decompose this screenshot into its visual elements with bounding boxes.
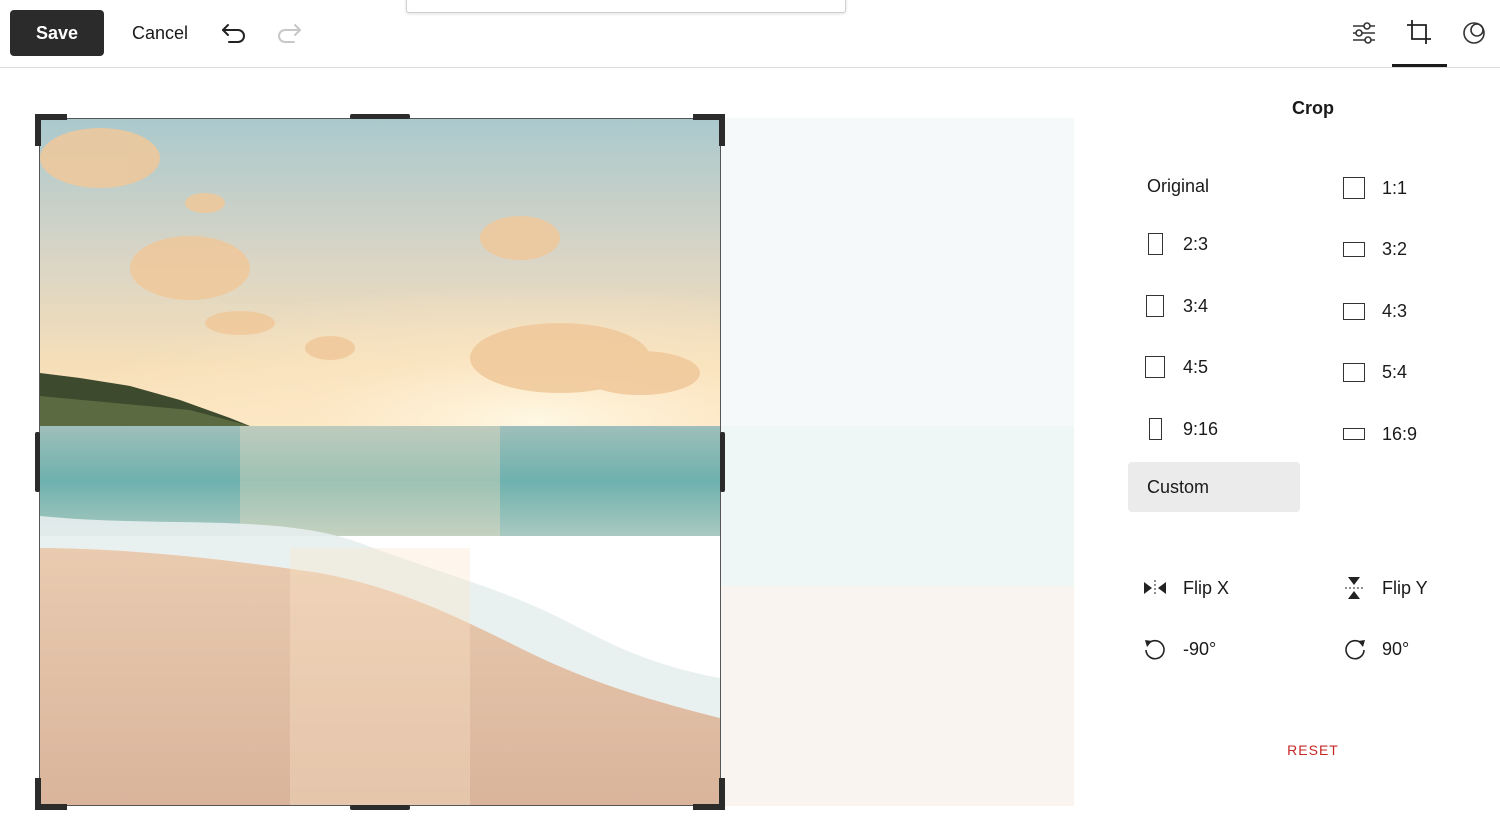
crop-handle-top-right-v[interactable] — [719, 114, 725, 146]
ratio-label: 2:3 — [1183, 233, 1209, 254]
ratio-1-1[interactable]: 1:1 — [1330, 163, 1460, 213]
ratio-label: 3:4 — [1183, 295, 1209, 316]
portrait-ratio-icon — [1149, 418, 1162, 440]
reset-button[interactable]: RESET — [1260, 742, 1366, 758]
ratio-label: 4:5 — [1183, 356, 1209, 377]
rotate-right-label: 90° — [1382, 638, 1410, 659]
ratio-label: 16:9 — [1382, 423, 1418, 444]
crop-frame[interactable] — [39, 118, 721, 806]
ratio-label: 4:3 — [1382, 300, 1408, 321]
ratio-original[interactable]: Original — [1128, 161, 1300, 211]
crop-icon[interactable] — [1401, 14, 1437, 50]
flip-x-icon — [1143, 579, 1167, 602]
rotate-left-icon — [1143, 637, 1167, 666]
portrait-ratio-icon — [1148, 233, 1163, 255]
save-button[interactable]: Save — [10, 10, 104, 56]
ratio-label: Original — [1147, 175, 1210, 196]
filters-icon[interactable] — [1456, 15, 1492, 51]
ratio-custom[interactable]: Custom — [1128, 462, 1300, 512]
adjust-sliders-icon[interactable] — [1346, 15, 1382, 51]
square-ratio-icon — [1343, 177, 1365, 199]
landscape-ratio-icon — [1343, 302, 1365, 320]
ratio-label: Custom — [1147, 476, 1210, 497]
crop-handle-bottom-right-v[interactable] — [719, 778, 725, 810]
ratio-16-9[interactable]: 16:9 — [1330, 409, 1460, 459]
ratio-3-4[interactable]: 3:4 — [1128, 281, 1300, 331]
crop-handle-top[interactable] — [350, 114, 410, 119]
flip-y-button[interactable]: Flip Y — [1330, 563, 1460, 613]
crop-outside-overlay — [720, 118, 1074, 806]
ratio-label: 9:16 — [1183, 418, 1219, 439]
ratio-4-5[interactable]: 4:5 — [1128, 342, 1300, 392]
portrait-ratio-icon — [1145, 356, 1165, 378]
panel-title: Crop — [1292, 98, 1334, 118]
ratio-4-3[interactable]: 4:3 — [1330, 286, 1460, 336]
cancel-button[interactable]: Cancel — [120, 10, 200, 56]
crop-handle-left[interactable] — [35, 432, 40, 492]
rotate-left-button[interactable]: -90° — [1128, 624, 1300, 674]
ratio-label: 5:4 — [1382, 361, 1408, 382]
flip-y-label: Flip Y — [1382, 577, 1428, 598]
rotate-right-button[interactable]: 90° — [1330, 624, 1460, 674]
ratio-2-3[interactable]: 2:3 — [1128, 219, 1300, 269]
crop-handle-right[interactable] — [720, 432, 725, 492]
editor-toolbar: Save Cancel — [0, 0, 1500, 68]
flip-y-icon — [1344, 576, 1364, 605]
ratio-5-4[interactable]: 5:4 — [1330, 347, 1460, 397]
active-tab-indicator — [1392, 64, 1447, 67]
landscape-ratio-icon — [1343, 428, 1365, 440]
undo-icon[interactable] — [216, 15, 252, 51]
ratio-label: 1:1 — [1382, 177, 1408, 198]
ratio-3-2[interactable]: 3:2 — [1330, 224, 1460, 274]
landscape-ratio-icon — [1343, 362, 1365, 382]
ratio-label: 3:2 — [1382, 238, 1408, 259]
ratio-9-16[interactable]: 9:16 — [1128, 404, 1300, 454]
flip-x-label: Flip X — [1183, 577, 1230, 598]
crop-handle-top-left-v[interactable] — [35, 114, 41, 146]
crop-handle-bottom-left-v[interactable] — [35, 778, 41, 810]
crop-handle-bottom[interactable] — [350, 805, 410, 810]
dropdown-popup-edge — [406, 0, 846, 13]
flip-x-button[interactable]: Flip X — [1128, 563, 1300, 613]
landscape-ratio-icon — [1343, 241, 1365, 257]
rotate-right-icon — [1343, 637, 1367, 666]
portrait-ratio-icon — [1146, 295, 1164, 317]
rotate-left-label: -90° — [1183, 638, 1217, 659]
redo-icon[interactable] — [271, 15, 307, 51]
